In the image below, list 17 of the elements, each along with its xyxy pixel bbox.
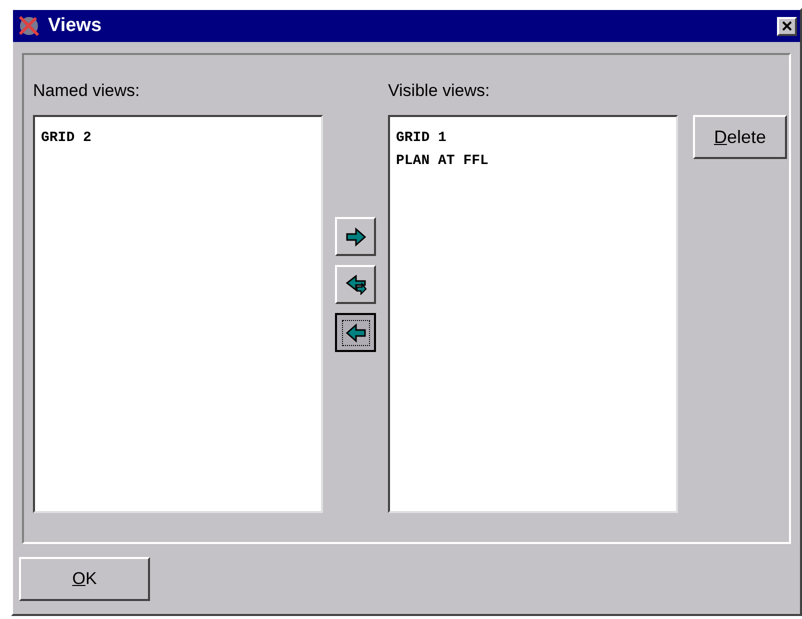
delete-button[interactable]: Delete <box>693 115 787 159</box>
close-icon <box>782 21 792 31</box>
left-arrow-icon <box>344 322 366 342</box>
list-item[interactable]: GRID 2 <box>41 127 315 150</box>
visible-views-label: Visible views: <box>388 81 491 101</box>
list-box[interactable]: GRID 1 PLAN AT FFL <box>388 115 678 513</box>
named-views-label: Named views: <box>33 81 141 101</box>
swap-arrows-icon <box>344 274 366 294</box>
ok-button[interactable]: OK <box>19 557 150 601</box>
transfer-button[interactable] <box>335 313 376 352</box>
list-box[interactable]: GRID 2 <box>33 115 323 513</box>
list-item[interactable]: PLAN AT FFL <box>396 150 670 173</box>
window-title: Views <box>48 14 102 38</box>
right-arrow-icon <box>344 226 366 246</box>
list-item[interactable]: GRID 1 <box>396 127 670 150</box>
close-button[interactable] <box>777 16 797 36</box>
app-icon <box>16 14 42 38</box>
